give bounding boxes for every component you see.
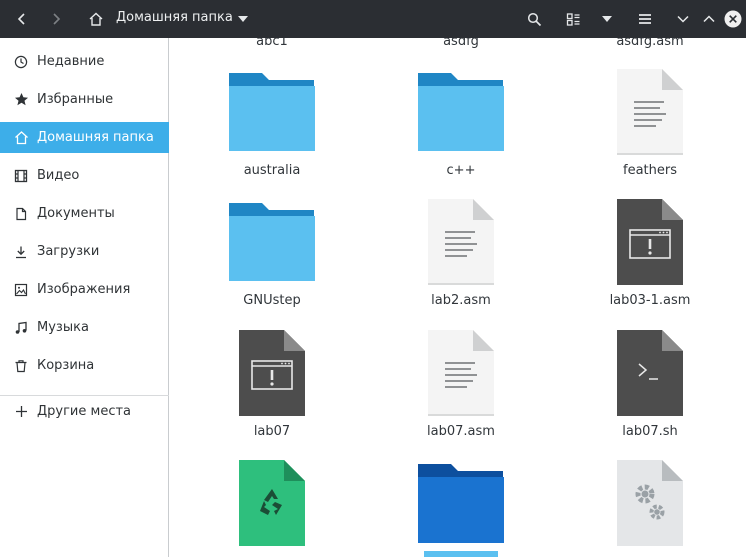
view-mode-button[interactable] [559,5,587,33]
file-item[interactable]: lab07.sh [580,329,720,449]
executable-icon [617,199,683,285]
caret-down-icon [238,16,248,22]
document-icon [12,205,30,223]
close-button[interactable] [720,5,746,33]
folder-icon [229,203,315,281]
chevron-left-icon [17,13,25,25]
file-grid: abc1 asdfg asdfg.asm australia c++ feath… [170,38,746,557]
file-name: lab07 [253,424,291,439]
recycle-icon [239,460,305,546]
sidebar-item-pictures[interactable]: Изображения [0,274,169,305]
text-file-icon [617,69,683,155]
film-icon [12,167,30,185]
sidebar-item-video[interactable]: Видео [0,160,169,191]
file-label[interactable]: abc1 [202,38,342,49]
forward-button[interactable] [42,5,70,33]
file-name: australia [243,163,301,178]
minimize-icon [677,15,689,23]
sidebar-item-label: Загрузки [37,244,100,259]
file-item[interactable] [580,459,720,557]
trash-icon [12,357,30,375]
download-icon [12,243,30,261]
sidebar-item-label: Домашняя папка [37,130,154,145]
chevron-right-icon [53,13,61,25]
file-name: feathers [623,163,677,178]
home-icon [89,12,103,26]
sidebar-item-trash[interactable]: Корзина [0,350,169,381]
file-label[interactable]: asdfg.asm [580,38,720,49]
file-item[interactable]: feathers [580,68,720,188]
image-icon [12,281,30,299]
file-item[interactable]: lab2.asm [391,198,531,318]
text-file-icon [428,330,494,416]
file-item[interactable]: lab07.asm [391,329,531,449]
sidebar-item-other-places[interactable]: Другие места [0,396,169,427]
path-dropdown-button[interactable] [229,5,257,33]
sidebar-item-recent[interactable]: Недавние [0,46,169,77]
sidebar-item-label: Корзина [37,358,95,373]
sidebar-item-documents[interactable]: Документы [0,198,169,229]
path-title[interactable]: Домашняя папка [116,10,233,25]
file-item[interactable] [391,459,531,557]
sidebar: Недавние Избранные Домашняя папка Видео … [0,38,169,557]
file-manager-window: Домашняя папка Недавние Избранные Домашн… [0,0,746,557]
file-name: lab03-1.asm [609,293,691,308]
minimize-button[interactable] [669,5,697,33]
clock-icon [12,53,30,71]
sidebar-item-label: Документы [37,206,115,221]
file-item[interactable]: australia [202,68,342,188]
menu-button[interactable] [631,5,659,33]
file-label[interactable]: asdfg [391,38,531,49]
file-name: lab2.asm [431,293,491,308]
file-item[interactable]: GNUstep [202,198,342,318]
folder-icon [418,464,504,557]
maximize-button[interactable] [695,5,723,33]
hamburger-menu-icon [639,14,651,24]
home-icon [12,129,30,147]
search-icon [527,12,541,26]
header-bar: Домашняя папка [0,0,746,38]
file-name: lab07.sh [622,424,678,439]
sidebar-item-label: Музыка [37,320,89,335]
script-icon [617,330,683,416]
back-button[interactable] [8,5,36,33]
file-item[interactable]: c++ [391,68,531,188]
folder-icon [229,73,315,151]
sidebar-item-music[interactable]: Музыка [0,312,169,343]
sidebar-item-favorites[interactable]: Избранные [0,84,169,115]
star-icon [12,91,30,109]
file-item[interactable]: lab03-1.asm [580,198,720,318]
plus-icon [12,403,30,421]
file-item[interactable]: lab07 [202,329,342,449]
sidebar-item-label: Изображения [37,282,131,297]
file-name: c++ [446,163,476,178]
view-mode-icon [566,12,579,26]
settings-file-icon [617,460,683,546]
executable-icon [239,330,305,416]
maximize-icon [703,15,715,23]
sidebar-item-label: Избранные [37,92,114,107]
sidebar-item-home[interactable]: Домашняя папка [0,122,169,153]
view-mode-dropdown-button[interactable] [593,5,621,33]
file-name: lab07.asm [427,424,495,439]
sidebar-item-label: Видео [37,168,80,183]
sidebar-item-label: Недавние [37,54,105,69]
text-file-icon [428,199,494,285]
file-name: GNUstep [243,293,301,308]
search-button[interactable] [520,5,548,33]
folder-icon [418,73,504,151]
sidebar-item-label: Другие места [37,404,132,419]
home-path-button[interactable] [82,5,110,33]
file-item[interactable] [202,459,342,557]
sidebar-item-downloads[interactable]: Загрузки [0,236,169,267]
close-icon [724,10,742,28]
caret-down-icon [602,16,612,22]
music-icon [12,319,30,337]
